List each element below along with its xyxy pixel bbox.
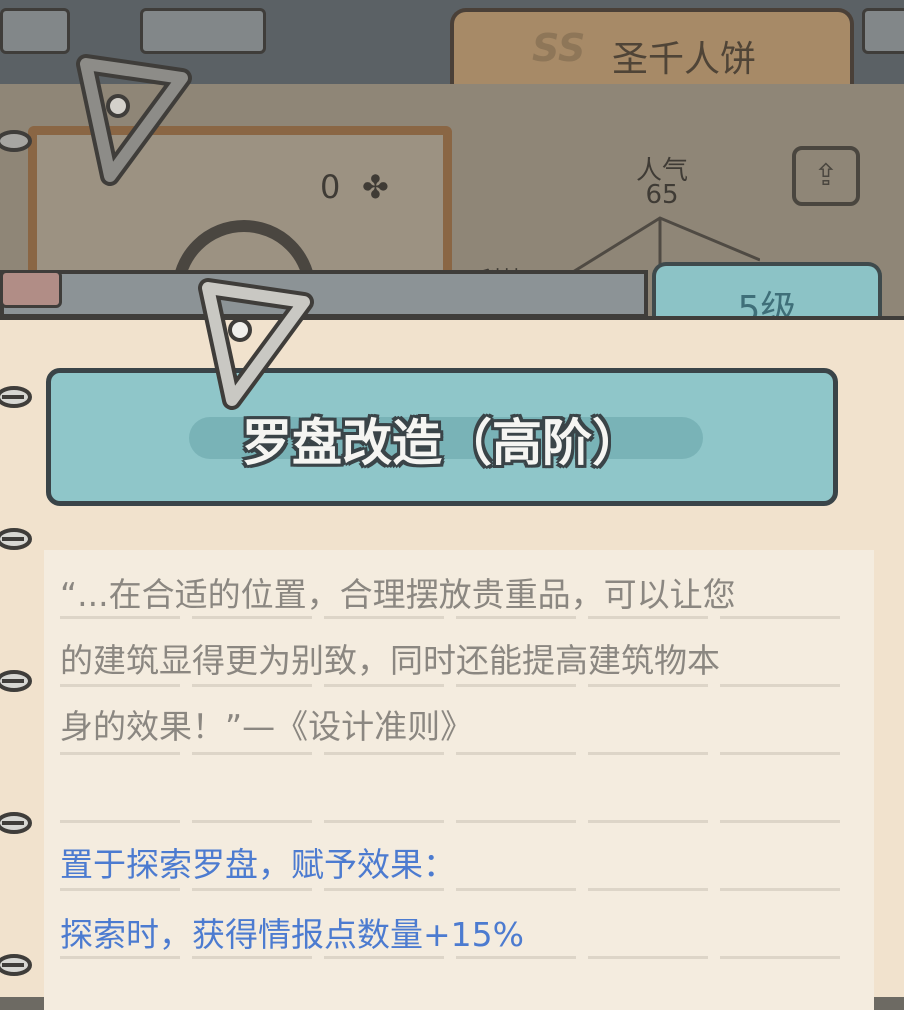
binder-ring-icon bbox=[0, 954, 32, 976]
effect-description: 置于探索罗盘，赋予效果： 探索时，获得情报点数量+15% bbox=[60, 830, 850, 970]
rail-plate bbox=[862, 8, 904, 54]
popularity-value: 65 bbox=[645, 180, 679, 210]
item-name: 圣千人饼 bbox=[612, 39, 757, 80]
share-icon[interactable]: ⇪ bbox=[792, 146, 860, 206]
quote-line: “...在合适的位置，合理摆放贵重品，可以让您 bbox=[60, 575, 736, 614]
binder-ring-icon bbox=[0, 670, 32, 692]
title-banner: 罗盘改造（高阶） bbox=[46, 368, 838, 506]
ruled-line bbox=[60, 820, 840, 823]
quote-line: 的建筑显得更为别致，同时还能提高建筑物本 bbox=[60, 641, 720, 680]
flavor-quote: “...在合适的位置，合理摆放贵重品，可以让您 的建筑显得更为别致，同时还能提高… bbox=[60, 562, 850, 760]
binder-ring-icon bbox=[0, 812, 32, 834]
rail-plate bbox=[0, 270, 62, 308]
quote-line: 身的效果！”—《设计准则》 bbox=[60, 707, 474, 746]
puzzle-icon: ✤ bbox=[362, 168, 389, 206]
binder-ring-icon bbox=[0, 130, 32, 152]
puzzle-count: 0 bbox=[320, 168, 341, 206]
middle-rail bbox=[0, 270, 648, 318]
item-name-tab[interactable]: SS 圣千人饼 bbox=[450, 8, 854, 90]
binder-ring-icon bbox=[0, 528, 32, 550]
card-title: 罗盘改造（高阶） bbox=[242, 414, 642, 472]
rail-plate bbox=[0, 8, 70, 54]
effect-line: 置于探索罗盘，赋予效果： bbox=[60, 845, 456, 884]
binder-ring-icon bbox=[0, 386, 32, 408]
triangle-pin-icon bbox=[76, 54, 192, 186]
triangle-pin-icon bbox=[198, 278, 314, 410]
effect-line: 探索时，获得情报点数量+15% bbox=[60, 915, 524, 954]
rarity-badge: SS bbox=[532, 26, 586, 70]
